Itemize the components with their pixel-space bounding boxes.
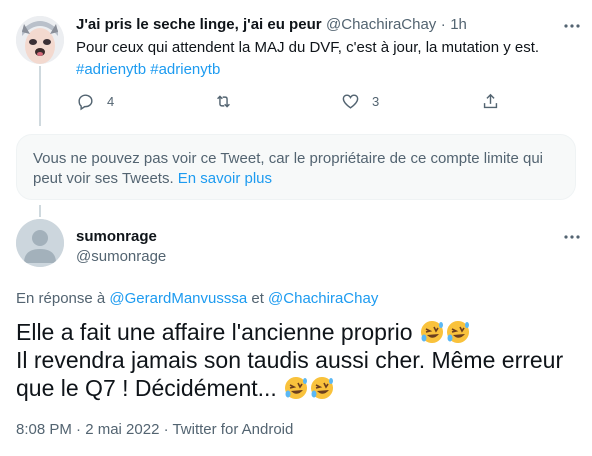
default-profile-icon <box>16 219 64 267</box>
tweet2-text-line3: que le Q7 ! Décidément... <box>16 374 335 407</box>
tweet1-header: J'ai pris le seche linge, j'ai eu peur @… <box>76 16 467 34</box>
thread-line <box>39 66 41 126</box>
tweet1-text: Pour ceux qui attendent la MAJ du DVF, c… <box>76 39 540 56</box>
heart-icon <box>342 94 359 109</box>
like-count: 3 <box>372 94 380 109</box>
tweet2-avatar[interactable] <box>16 219 64 267</box>
tweet2-display-name[interactable]: sumonrage <box>76 228 157 245</box>
notice-line1: Vous ne pouvez pas voir ce Tweet, car le… <box>33 150 543 167</box>
thread-line <box>39 205 41 217</box>
reply-prefix: En réponse à <box>16 290 106 307</box>
more-horizontal-icon <box>564 24 580 28</box>
restricted-tweet-notice: Vous ne pouvez pas voir ce Tweet, car le… <box>16 134 576 200</box>
share-icon <box>483 93 498 109</box>
learn-more-link[interactable]: En savoir plus <box>178 170 272 187</box>
reply-count: 4 <box>107 94 115 109</box>
share-button[interactable] <box>481 92 500 111</box>
tweet2-timestamp[interactable]: 8:08 PM · 2 mai 2022 · Twitter for Andro… <box>16 421 293 438</box>
tweet2-text: Elle a fait une affaire l'ancienne propr… <box>16 319 413 345</box>
mention-joiner: et <box>251 290 264 307</box>
tweet1-time[interactable]: 1h <box>450 16 467 33</box>
tweet1-handle[interactable]: @ChachiraChay <box>326 16 436 33</box>
rolling-on-the-floor-laughing-icon <box>309 375 335 407</box>
reply-icon <box>78 94 93 111</box>
reply-button[interactable]: 4 <box>76 92 114 111</box>
hashtag-link[interactable]: #adrienytb <box>150 61 220 78</box>
like-button[interactable]: 3 <box>341 92 379 111</box>
tweet1-hashtags: #adrienytb #adrienytb <box>76 60 220 80</box>
rolling-on-the-floor-laughing-icon <box>283 375 309 407</box>
tweet2-more-button[interactable] <box>562 227 582 247</box>
retweet-button[interactable] <box>214 92 245 111</box>
tweet2-text: que le Q7 ! Décidément... <box>16 375 277 401</box>
tweet1-more-button[interactable] <box>562 16 582 36</box>
notice-line2: peut voir ses Tweets. <box>33 170 174 187</box>
avatar-photo <box>16 16 64 64</box>
mention-link[interactable]: @ChachiraChay <box>268 290 378 307</box>
tweet2-handle-row: @sumonrage <box>76 248 166 266</box>
tweet1-avatar[interactable] <box>16 16 64 64</box>
retweet-icon <box>217 95 230 108</box>
tweet2-text-line2: Il revendra jamais son taudis aussi cher… <box>16 347 564 373</box>
reply-context: En réponse à @GerardManvusssa et @Chachi… <box>16 290 378 307</box>
tweet2-handle[interactable]: @sumonrage <box>76 248 166 265</box>
tweet1-display-name[interactable]: J'ai pris le seche linge, j'ai eu peur <box>76 16 322 33</box>
tweet1-separator: · <box>440 16 446 33</box>
more-horizontal-icon <box>564 235 580 239</box>
mention-link[interactable]: @GerardManvusssa <box>109 290 247 307</box>
hashtag-link[interactable]: #adrienytb <box>76 61 146 78</box>
tweet2-header: sumonrage <box>76 228 157 246</box>
